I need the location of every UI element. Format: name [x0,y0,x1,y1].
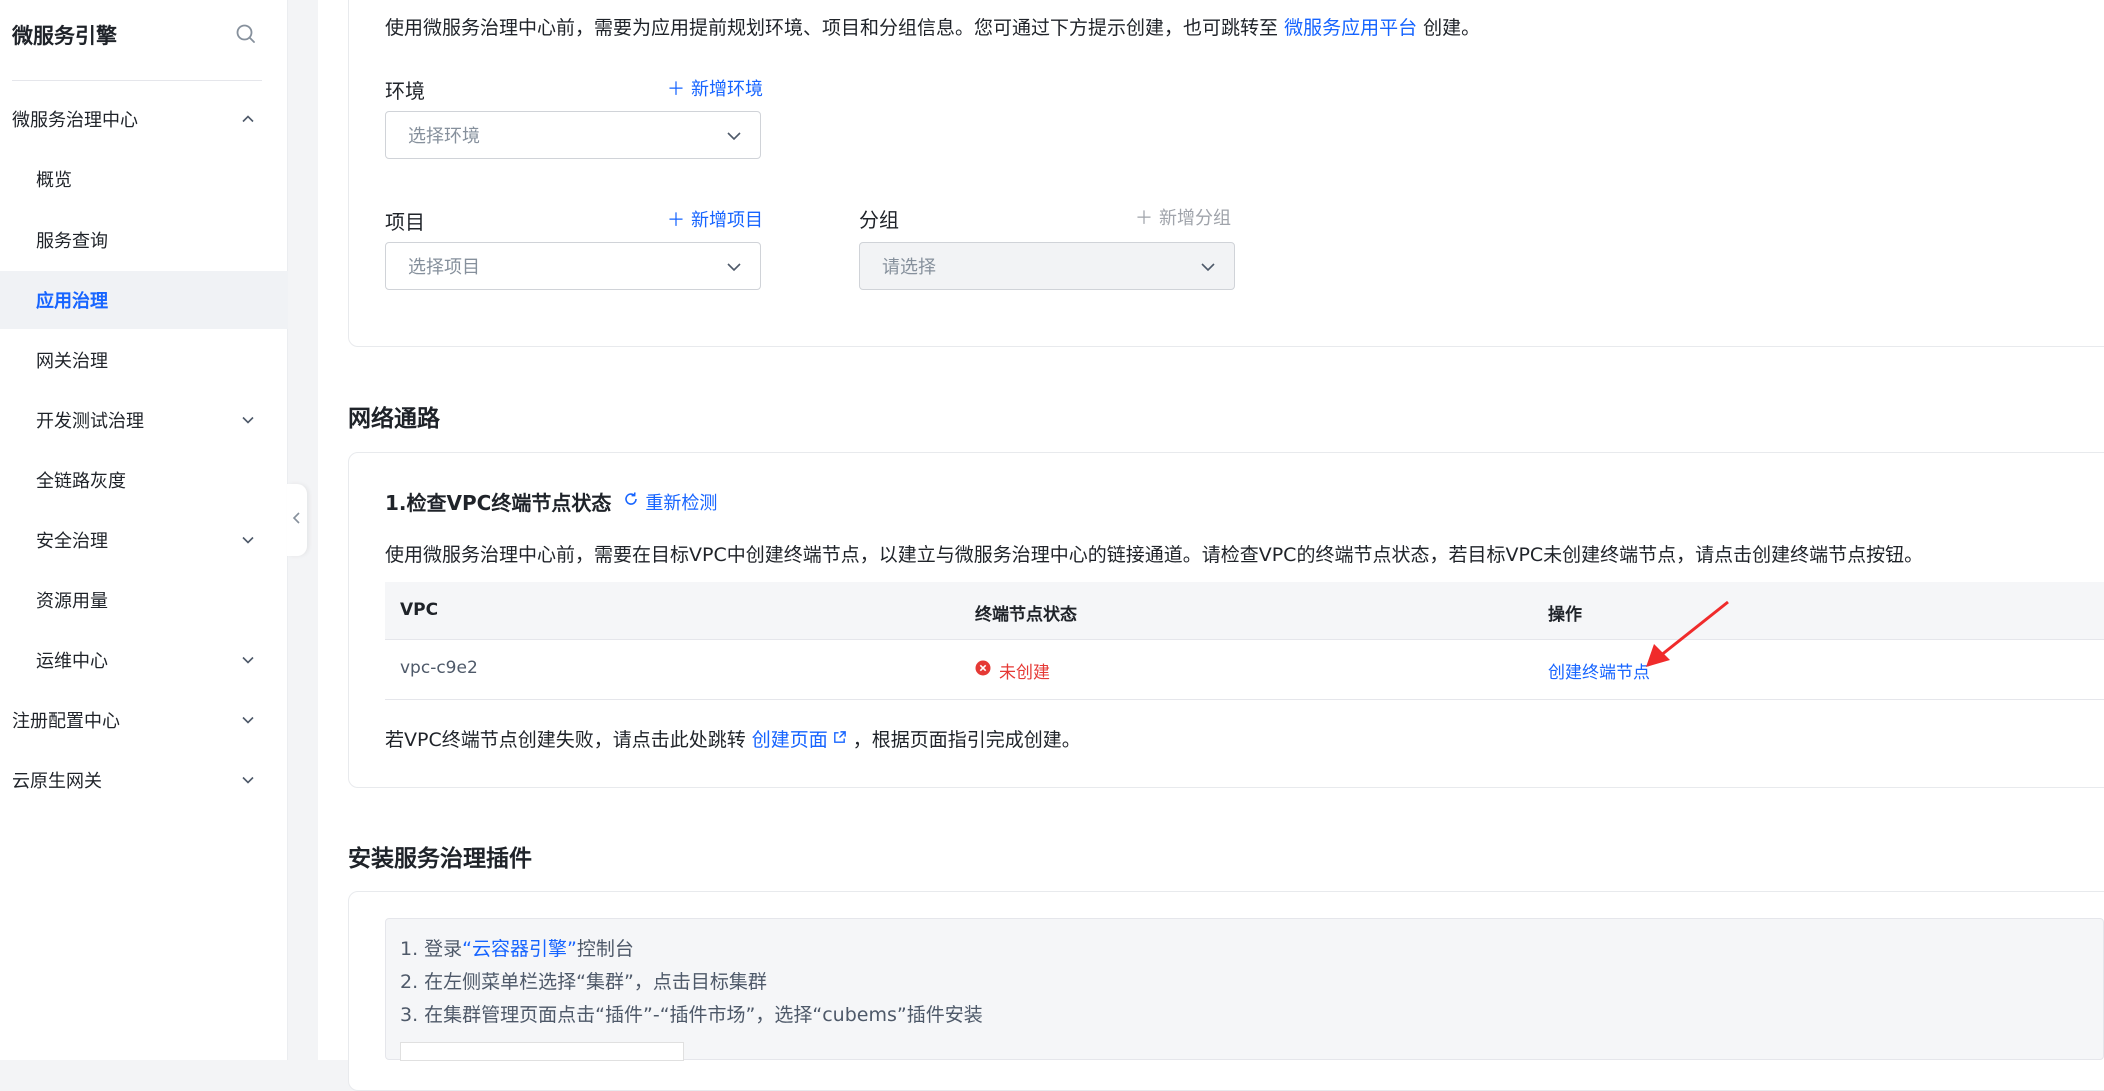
env-label: 环境 [385,79,425,103]
sidebar-item-cloud-native-gateway[interactable]: 云原生网关 [0,751,288,809]
endpoint-status: 未创建 [975,658,1050,683]
config-intro: 使用微服务治理中心前，需要为应用提前规划环境、项目和分组信息。您可通过下方提示创… [385,13,1480,40]
plus-icon: ＋ [667,210,685,231]
sidebar-item-resource-usage[interactable]: 资源用量 [0,571,288,629]
vpc-table: VPC 终端节点状态 操作 vpc-c9e2 未创建 创建终端节点 [385,582,2104,700]
sidebar-item-label: 开发测试治理 [36,411,144,432]
env-select-placeholder: 选择环境 [408,126,480,147]
sidebar-divider [12,80,262,81]
sidebar-item-label: 安全治理 [36,531,108,552]
container-engine-link[interactable]: “云容器引擎” [462,938,577,960]
vpc-id: vpc-c9e2 [400,658,478,678]
sidebar-item-label: 运维中心 [36,651,108,672]
sidebar-item-app-governance[interactable]: 应用治理 [0,271,288,329]
sidebar-item-label: 注册配置中心 [12,711,120,732]
project-select[interactable]: 选择项目 [385,242,761,290]
plus-icon: ＋ [1135,208,1153,229]
sidebar-item-label: 应用治理 [36,291,108,312]
app-platform-link[interactable]: 微服务应用平台 [1284,17,1417,39]
sidebar: 微服务引擎 微服务治理中心 概览 服务查询 应用治理 网关治理 开发测试治理 全… [0,0,288,1060]
install-steps: 1. 登录“云容器引擎”控制台 2. 在左侧菜单栏选择“集群”，点击目标集群 3… [385,918,2104,1061]
install-step-2: 2. 在左侧菜单栏选择“集群”，点击目标集群 [400,971,767,993]
sidebar-header: 微服务引擎 [0,0,288,68]
table-header: VPC 终端节点状态 操作 [385,582,2104,640]
sidebar-item-label: 微服务治理中心 [12,110,138,131]
install-step-1: 1. 登录“云容器引擎”控制台 [400,934,634,961]
annotation-arrow-icon [1646,600,1729,667]
vpc-check-title: 1.检查VPC终端节点状态 [385,491,612,515]
column-header: VPC [400,600,439,620]
sidebar-item-registry-config[interactable]: 注册配置中心 [0,691,288,749]
add-project-label: 新增项目 [691,210,763,231]
chevron-down-icon [240,652,256,668]
add-env-label: 新增环境 [691,79,763,100]
create-endpoint-link[interactable]: 创建终端节点 [1548,658,1650,683]
chevron-down-icon [240,532,256,548]
add-group-label: 新增分组 [1159,208,1231,229]
install-section-title: 安装服务治理插件 [348,846,532,872]
sidebar-item-gateway-governance[interactable]: 网关治理 [0,331,288,389]
create-page-link[interactable]: 创建页面 [752,725,847,752]
recheck-link[interactable]: 重新检测 [623,489,717,515]
add-project-link[interactable]: ＋ 新增项目 [667,206,763,232]
sidebar-item-overview[interactable]: 概览 [0,150,288,208]
chevron-down-icon [726,128,742,144]
group-label: 分组 [859,208,899,232]
project-select-placeholder: 选择项目 [408,257,480,278]
sidebar-item-label: 资源用量 [36,591,108,612]
chevron-down-icon [726,259,742,275]
create-page-label: 创建页面 [751,729,828,751]
network-section-title: 网络通路 [348,406,440,432]
install-step-1-suffix: 控制台 [576,938,634,960]
sidebar-item-label: 服务查询 [36,231,108,252]
vpc-fail-suffix: ，根据页面指引完成创建。 [852,729,1081,751]
product-title: 微服务引擎 [12,24,117,48]
chevron-up-icon [240,111,256,127]
sidebar-item-full-link-gray[interactable]: 全链路灰度 [0,451,288,509]
vpc-fail-text: 若VPC终端节点创建失败，请点击此处跳转 [385,729,746,751]
sidebar-item-ops-center[interactable]: 运维中心 [0,631,288,689]
env-select[interactable]: 选择环境 [385,111,761,159]
sidebar-item-label: 全链路灰度 [36,471,126,492]
sidebar-item-service-query[interactable]: 服务查询 [0,211,288,269]
sidebar-collapse-handle[interactable] [287,484,307,556]
column-header: 操作 [1548,605,1582,625]
search-icon[interactable] [234,22,258,46]
group-select[interactable]: 请选择 [859,242,1235,290]
add-env-link[interactable]: ＋ 新增环境 [667,75,763,101]
chevron-down-icon [240,712,256,728]
sidebar-item-label: 云原生网关 [12,771,102,792]
column-header: 终端节点状态 [975,605,1077,625]
refresh-icon [623,491,639,512]
sidebar-item-devtest-governance[interactable]: 开发测试治理 [0,391,288,449]
sidebar-item-governance-center[interactable]: 微服务治理中心 [0,90,288,148]
external-link-icon [832,728,847,750]
install-step-1-text: 1. 登录 [400,938,463,960]
chevron-down-icon [240,412,256,428]
endpoint-status-label: 未创建 [999,663,1050,683]
vpc-fail-hint: 若VPC终端节点创建失败，请点击此处跳转 创建页面 ，根据页面指引完成创建。 [385,725,1081,752]
config-intro-text: 使用微服务治理中心前，需要为应用提前规划环境、项目和分组信息。您可通过下方提示创… [385,17,1279,39]
project-label: 项目 [385,210,425,234]
recheck-label: 重新检测 [645,492,718,514]
error-circle-icon [975,660,991,681]
install-step-3: 3. 在集群管理页面点击“插件”-“插件市场”，选择“cubems”插件安装 [400,1004,983,1026]
plus-icon: ＋ [667,79,685,100]
group-select-placeholder: 请选择 [882,257,936,278]
screenshot-thumbnail [400,1042,684,1061]
config-card [348,0,2104,347]
chevron-down-icon [240,772,256,788]
vpc-check-desc: 使用微服务治理中心前，需要在目标VPC中创建终端节点，以建立与微服务治理中心的链… [385,544,1924,566]
sidebar-item-label: 网关治理 [36,351,108,372]
table-row: vpc-c9e2 未创建 创建终端节点 [385,640,2104,700]
config-intro-suffix: 创建。 [1423,17,1481,39]
vpc-check-header: 1.检查VPC终端节点状态 重新检测 [385,487,717,516]
chevron-left-icon [291,510,303,530]
chevron-down-icon [1200,259,1216,275]
sidebar-item-security-governance[interactable]: 安全治理 [0,511,288,569]
sidebar-item-label: 概览 [36,170,72,191]
add-group-link[interactable]: ＋ 新增分组 [1135,204,1231,230]
